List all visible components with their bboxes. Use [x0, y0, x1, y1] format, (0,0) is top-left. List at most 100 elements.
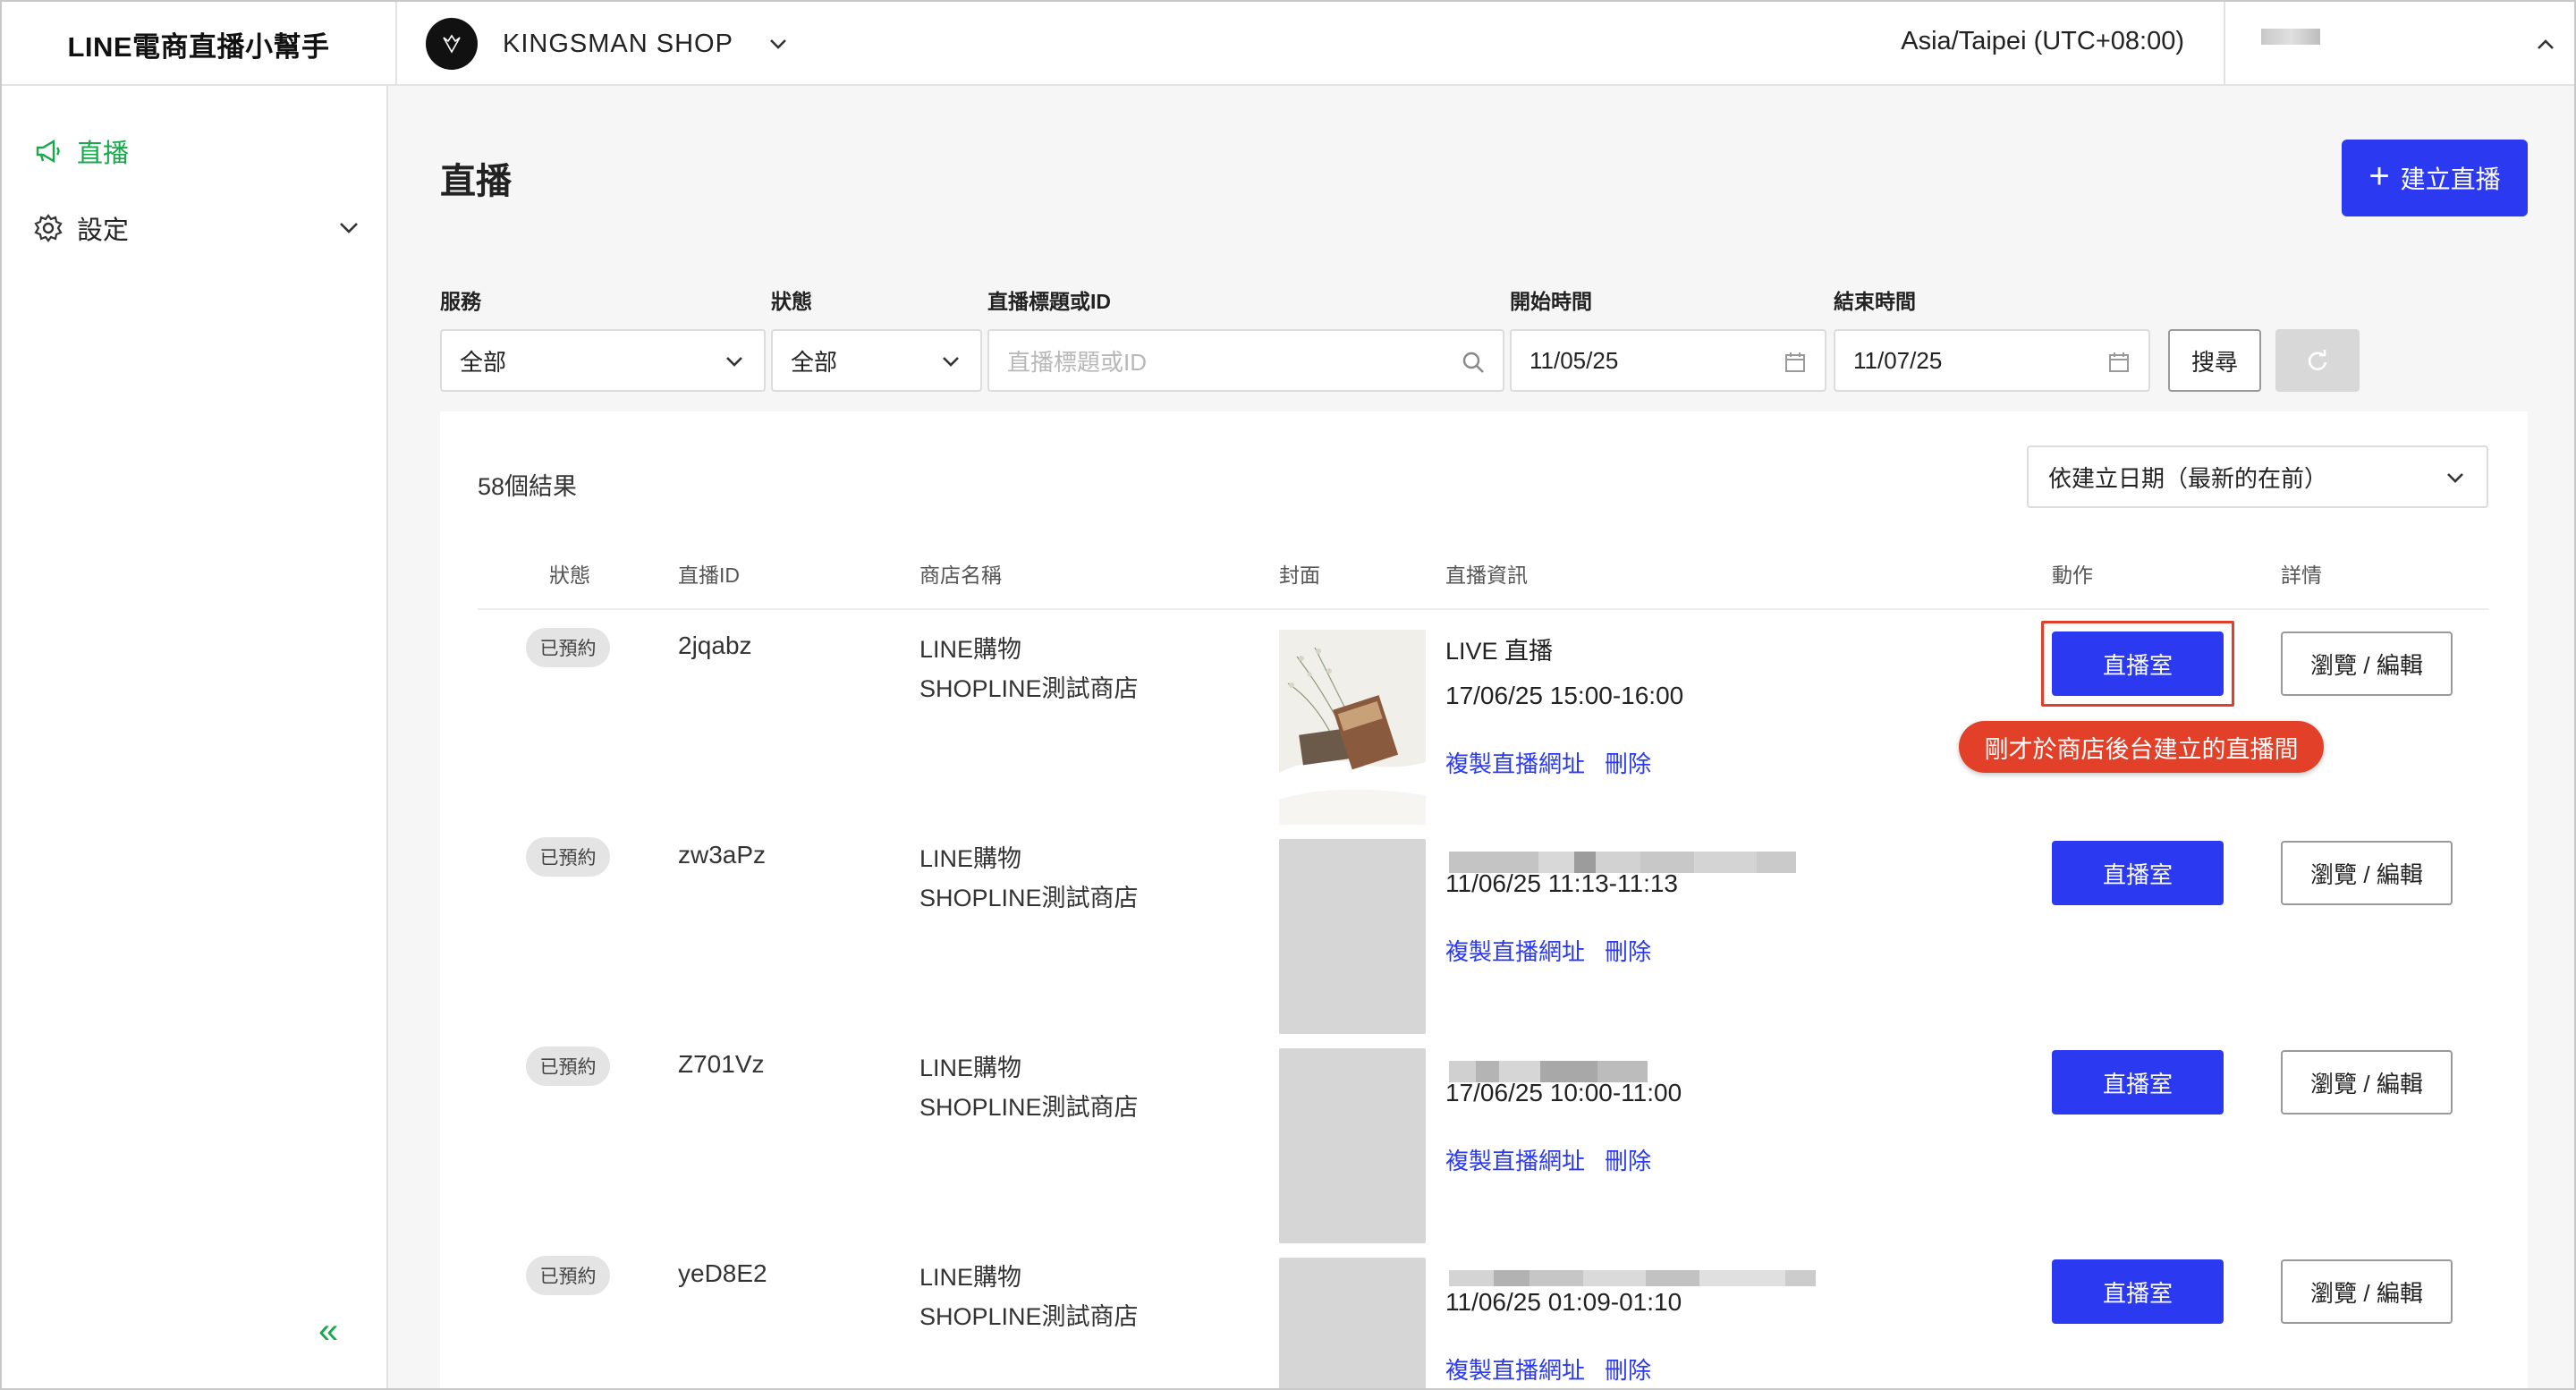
user-name-redacted [2261, 29, 2320, 45]
service-select[interactable]: 全部 [440, 329, 766, 392]
shop-logo-icon [426, 18, 478, 70]
query-placeholder: 直播標題或ID [1007, 348, 1148, 376]
end-date-input[interactable]: 11/07/25 [1834, 329, 2150, 392]
sidebar-item-label: 設定 [77, 216, 130, 245]
view-edit-button[interactable]: 瀏覽 / 編輯 [2281, 1050, 2453, 1115]
table-row: 已預約 Z701Vz LINE購物 SHOPLINE測試商店 17/06/25 … [440, 1029, 2528, 1243]
page-title: 直播 [440, 162, 512, 201]
delete-link[interactable]: 刪除 [1605, 1352, 1651, 1386]
shop-name-line1: LINE購物 [919, 1264, 1022, 1291]
sidebar: 直播 設定 « [2, 86, 388, 1388]
chevron-down-icon [726, 357, 742, 367]
status-badge: 已預約 [526, 628, 610, 667]
status-select-value: 全部 [791, 348, 838, 376]
search-icon [1462, 352, 1484, 373]
live-id: 2jqabz [678, 631, 752, 659]
live-room-button[interactable]: 直播室 [2052, 1050, 2224, 1115]
shop-switcher[interactable]: KINGSMAN SHOP [426, 18, 791, 70]
results-card: 58個結果 依建立日期（最新的在前） 狀態 直播ID 商店名稱 封面 直播資訊 … [440, 411, 2528, 1388]
delete-link[interactable]: 刪除 [1605, 1143, 1651, 1176]
shop-name-line2: SHOPLINE測試商店 [919, 1094, 1139, 1121]
create-live-button[interactable]: + 建立直播 [2342, 140, 2528, 216]
chevron-down-icon[interactable] [336, 215, 361, 240]
row-links: 複製直播網址 刪除 [1445, 1143, 1651, 1176]
view-edit-button[interactable]: 瀏覽 / 編輯 [2281, 841, 2453, 905]
query-input[interactable]: 直播標題或ID [987, 329, 1504, 392]
live-room-button[interactable]: 直播室 [2052, 841, 2224, 905]
status-select[interactable]: 全部 [771, 329, 982, 392]
status-badge: 已預約 [526, 1256, 610, 1295]
cover-image [1279, 630, 1426, 825]
copy-live-url-link[interactable]: 複製直播網址 [1445, 934, 1585, 967]
shop-name-line1: LINE購物 [919, 636, 1022, 663]
collapse-sidebar-icon[interactable]: « [318, 1311, 338, 1352]
live-room-button[interactable]: 直播室 [2052, 631, 2224, 696]
result-count: 58個結果 [478, 473, 578, 500]
sidebar-item-settings[interactable]: 設定 [32, 209, 129, 247]
delete-link[interactable]: 刪除 [1605, 746, 1651, 779]
shop-name-cell: LINE購物 SHOPLINE測試商店 [919, 839, 1139, 918]
end-time-label: 結束時間 [1834, 290, 1916, 313]
gear-icon [32, 212, 64, 244]
shop-name-line1: LINE購物 [919, 845, 1022, 872]
brand-logo: LINE電商直播小幫手 [2, 2, 397, 86]
chevron-up-icon [2538, 39, 2554, 49]
cover-image [1279, 839, 1426, 1034]
app-frame: LINE電商直播小幫手 KINGSMAN SHOP Asia/Taipei (U… [0, 0, 2576, 1390]
megaphone-icon [32, 135, 64, 167]
column-header-status: 狀態 [549, 564, 590, 587]
calendar-icon [2109, 352, 2129, 372]
status-badge: 已預約 [526, 1047, 610, 1086]
sort-select[interactable]: 依建立日期（最新的在前） [2027, 445, 2488, 508]
annotation-tooltip: 剛才於商店後台建立的直播間 [1959, 721, 2324, 773]
calendar-icon [1785, 352, 1805, 372]
shop-name-line1: LINE購物 [919, 1055, 1022, 1081]
live-id: yeD8E2 [678, 1259, 767, 1287]
delete-link[interactable]: 刪除 [1605, 934, 1651, 967]
table-row: 已預約 2jqabz LINE購物 SHOPLINE測試商店 LIVE 直播 1… [440, 610, 2528, 825]
service-filter-label: 服務 [440, 290, 481, 313]
copy-live-url-link[interactable]: 複製直播網址 [1445, 1143, 1585, 1176]
row-links: 複製直播網址 刪除 [1445, 1352, 1651, 1386]
plus-icon: + [2368, 157, 2390, 196]
live-time: 11/06/25 01:09-01:10 [1445, 1288, 1682, 1316]
shop-name-line2: SHOPLINE測試商店 [919, 1303, 1139, 1330]
user-menu[interactable] [2224, 2, 2574, 86]
shop-name-cell: LINE購物 SHOPLINE測試商店 [919, 1258, 1139, 1336]
top-header: LINE電商直播小幫手 KINGSMAN SHOP Asia/Taipei (U… [2, 2, 2574, 86]
table-row: 已預約 yeD8E2 LINE購物 SHOPLINE測試商店 11/06/25 … [440, 1238, 2528, 1388]
end-date-value: 11/07/25 [1853, 346, 1943, 374]
view-edit-button[interactable]: 瀏覽 / 編輯 [2281, 1259, 2453, 1324]
shop-name: KINGSMAN SHOP [503, 29, 733, 58]
start-date-input[interactable]: 11/05/25 [1510, 329, 1826, 392]
column-header-shop: 商店名稱 [919, 564, 1002, 587]
column-header-id: 直播ID [678, 564, 740, 587]
refresh-icon [2308, 350, 2327, 371]
copy-live-url-link[interactable]: 複製直播網址 [1445, 746, 1585, 779]
shop-name-cell: LINE購物 SHOPLINE測試商店 [919, 630, 1139, 708]
chevron-down-icon [2447, 473, 2463, 483]
shop-name-line2: SHOPLINE測試商店 [919, 675, 1139, 702]
service-select-value: 全部 [460, 348, 507, 376]
chevron-down-icon [943, 357, 959, 367]
live-room-button[interactable]: 直播室 [2052, 1259, 2224, 1324]
view-edit-button[interactable]: 瀏覽 / 編輯 [2281, 631, 2453, 696]
search-button[interactable]: 搜尋 [2168, 329, 2261, 392]
refresh-button[interactable] [2275, 329, 2360, 392]
cover-image [1279, 1048, 1426, 1243]
sort-value: 依建立日期（最新的在前） [2048, 464, 2328, 492]
shop-name-cell: LINE購物 SHOPLINE測試商店 [919, 1048, 1139, 1127]
timezone-label: Asia/Taipei (UTC+08:00) [1901, 27, 2184, 55]
shop-name-line2: SHOPLINE測試商店 [919, 885, 1139, 911]
row-links: 複製直播網址 刪除 [1445, 746, 1651, 779]
live-id: zw3aPz [678, 841, 767, 869]
table-row: 已預約 zw3aPz LINE購物 SHOPLINE測試商店 11/06/25 … [440, 819, 2528, 1034]
copy-live-url-link[interactable]: 複製直播網址 [1445, 1352, 1585, 1386]
column-header-detail: 詳情 [2281, 564, 2322, 587]
start-time-label: 開始時間 [1510, 290, 1592, 313]
live-title-redacted [1449, 1270, 1816, 1288]
column-header-cover: 封面 [1279, 564, 1320, 587]
live-time: 17/06/25 15:00-16:00 [1445, 682, 1684, 709]
live-time: 11/06/25 11:13-11:13 [1445, 869, 1678, 897]
sidebar-item-live[interactable]: 直播 [32, 132, 129, 170]
